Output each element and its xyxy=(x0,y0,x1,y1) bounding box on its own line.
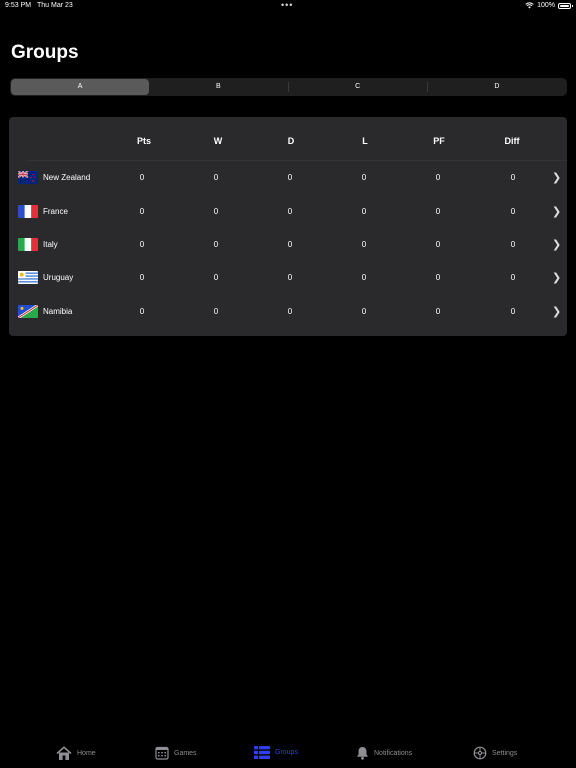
column-header-l: L xyxy=(362,136,368,146)
cell-pts: 0 xyxy=(139,240,145,249)
column-header-pf: PF xyxy=(433,136,445,146)
calendar-icon xyxy=(155,746,169,760)
cell-l: 0 xyxy=(361,273,367,282)
table-row[interactable]: Namibia 0 0 0 0 0 0 ❯ xyxy=(9,295,567,328)
cell-w: 0 xyxy=(213,240,219,249)
segment-a[interactable]: A xyxy=(11,79,150,95)
tab-home[interactable]: Home xyxy=(56,746,96,761)
team-name: Italy xyxy=(43,240,58,249)
cell-pf: 0 xyxy=(435,307,441,316)
team-name: Uruguay xyxy=(43,273,74,282)
tab-notifications[interactable]: Notifications xyxy=(356,746,412,760)
column-header-pts: Pts xyxy=(136,136,151,146)
segment-d[interactable]: D xyxy=(428,79,566,95)
standings-table: Pts W D L PF Diff New Zealand 0 0 0 0 0 … xyxy=(9,117,567,336)
cell-w: 0 xyxy=(213,207,219,216)
cell-d: 0 xyxy=(287,207,293,216)
cell-pts: 0 xyxy=(139,307,145,316)
segment-b[interactable]: B xyxy=(149,79,287,95)
italy-flag-icon xyxy=(18,238,38,251)
cell-d: 0 xyxy=(287,307,293,316)
chevron-right-icon: ❯ xyxy=(552,272,562,284)
chevron-right-icon: ❯ xyxy=(552,172,562,184)
tab-label: Settings xyxy=(492,749,518,757)
table-row[interactable]: France 0 0 0 0 0 0 ❯ xyxy=(9,195,567,228)
cell-l: 0 xyxy=(361,207,367,216)
column-header-diff: Diff xyxy=(504,136,520,146)
cell-pts: 0 xyxy=(139,207,145,216)
team-name: France xyxy=(43,207,68,216)
cell-diff: 0 xyxy=(510,273,516,282)
tab-label: Notifications xyxy=(374,749,413,757)
list-icon xyxy=(254,746,270,759)
cell-d: 0 xyxy=(287,273,293,282)
namibia-flag-icon xyxy=(18,305,38,318)
tab-settings[interactable]: Settings xyxy=(473,746,517,760)
cell-diff: 0 xyxy=(510,173,516,182)
tab-label: Games xyxy=(174,749,197,757)
battery-icon xyxy=(558,2,573,9)
tab-groups[interactable]: Groups xyxy=(254,746,298,759)
segment-c[interactable]: C xyxy=(289,79,427,95)
bell-icon xyxy=(357,747,368,760)
chevron-right-icon: ❯ xyxy=(552,306,562,318)
new-zealand-flag-icon xyxy=(18,171,38,184)
cell-pf: 0 xyxy=(435,240,441,249)
cell-d: 0 xyxy=(287,173,293,182)
status-time: 9:53 PM xyxy=(5,2,32,9)
table-header: Pts W D L PF Diff xyxy=(9,117,567,161)
column-header-d: D xyxy=(287,136,295,146)
cell-w: 0 xyxy=(213,173,219,182)
cell-pts: 0 xyxy=(139,273,145,282)
team-name: Namibia xyxy=(43,307,73,316)
cell-pf: 0 xyxy=(435,173,441,182)
wifi-icon xyxy=(525,2,534,9)
battery-percent: 100% xyxy=(537,2,555,9)
tab-label: Groups xyxy=(275,749,298,756)
table-row[interactable]: Uruguay 0 0 0 0 0 0 ❯ xyxy=(9,261,567,294)
cell-diff: 0 xyxy=(510,207,516,216)
chevron-right-icon: ❯ xyxy=(552,206,562,218)
cell-l: 0 xyxy=(361,173,367,182)
chevron-right-icon: ❯ xyxy=(552,239,562,251)
house-icon xyxy=(56,746,72,760)
page-title: Groups xyxy=(11,42,79,63)
group-segmented-control: A B C D xyxy=(10,78,567,96)
gear-icon xyxy=(473,746,487,760)
column-header-w: W xyxy=(213,136,223,146)
status-bar: 9:53 PM Thu Mar 23 ••• 100% xyxy=(0,0,576,12)
cell-pf: 0 xyxy=(435,207,441,216)
tab-label: Home xyxy=(77,750,96,757)
cell-l: 0 xyxy=(361,307,367,316)
cell-pts: 0 xyxy=(139,173,145,182)
cell-pf: 0 xyxy=(435,273,441,282)
uruguay-flag-icon xyxy=(18,271,38,284)
multitasking-dots[interactable]: ••• xyxy=(281,0,293,10)
status-indicators: 100% xyxy=(525,2,573,9)
tab-games[interactable]: Games xyxy=(155,746,197,760)
table-row[interactable]: Italy 0 0 0 0 0 0 ❯ xyxy=(9,228,567,261)
table-row[interactable]: New Zealand 0 0 0 0 0 0 ❯ xyxy=(9,161,567,194)
cell-w: 0 xyxy=(213,307,219,316)
france-flag-icon xyxy=(18,205,38,218)
cell-w: 0 xyxy=(213,273,219,282)
team-name: New Zealand xyxy=(43,173,91,182)
cell-l: 0 xyxy=(361,240,367,249)
status-date: Thu Mar 23 xyxy=(37,2,73,9)
cell-diff: 0 xyxy=(510,307,516,316)
cell-d: 0 xyxy=(287,240,293,249)
cell-diff: 0 xyxy=(510,240,516,249)
tab-bar: Home Games Groups Notifications Settings xyxy=(0,740,576,768)
